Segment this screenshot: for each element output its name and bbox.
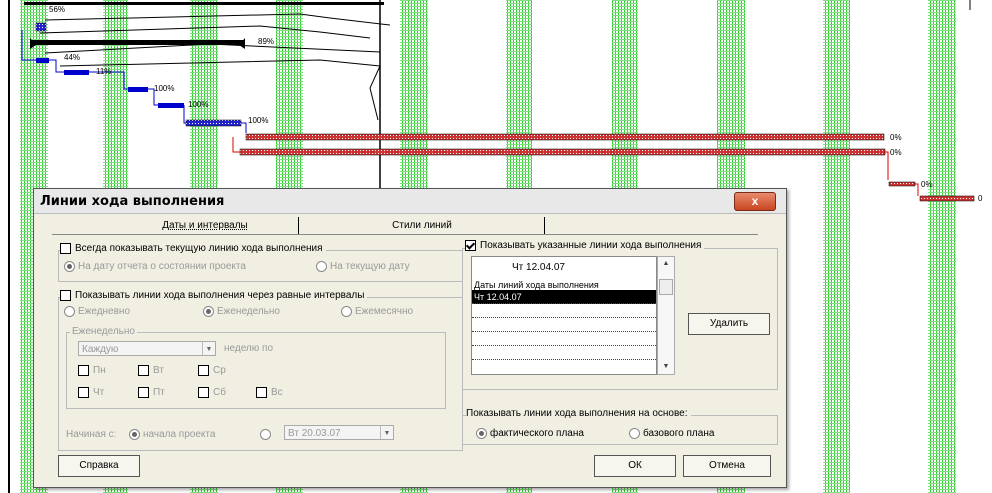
chevron-down-icon: ▼ (202, 342, 215, 355)
list-item[interactable] (472, 318, 656, 332)
every-select[interactable]: Каждую ▼ (78, 341, 216, 356)
radio-icon (260, 429, 271, 440)
week-on-label: неделю по (224, 343, 274, 354)
tab-divider (52, 234, 758, 235)
scroll-down-icon[interactable]: ▼ (658, 360, 674, 374)
cancel-button[interactable]: Отмена (683, 455, 771, 477)
scroll-up-icon[interactable]: ▲ (658, 257, 674, 271)
day-saturday[interactable]: Сб (198, 387, 226, 398)
day-sunday[interactable]: Вс (256, 387, 283, 398)
label-8: 0% (890, 133, 902, 142)
label-7: 100% (248, 116, 268, 125)
radio-icon (629, 428, 640, 439)
radio-baseline-plan[interactable]: базового плана (629, 428, 714, 439)
gantt-links (21, 30, 919, 196)
dialog-title: Линии хода выполнения (40, 194, 225, 209)
based-on-label: Показывать линии хода выполнения на осно… (466, 408, 691, 419)
radio-daily[interactable]: Ежедневно (64, 306, 130, 317)
list-item[interactable] (472, 360, 656, 374)
checkbox-icon (78, 387, 89, 398)
listbox-scrollbar[interactable]: ▲ ▼ (657, 256, 675, 375)
label-10: 0% (921, 180, 933, 189)
day-friday[interactable]: Пт (138, 387, 165, 398)
show-selected-checkbox[interactable]: Показывать указанные линии хода выполнен… (465, 240, 705, 252)
close-icon: x (751, 194, 759, 208)
radio-icon (129, 429, 140, 440)
radio-icon (203, 306, 214, 317)
radio-status-date[interactable]: На дату отчета о состоянии проекта (64, 261, 246, 272)
start-date-select[interactable]: Вт 20.03.07 ▼ (284, 425, 394, 440)
delete-button[interactable]: Удалить (688, 313, 770, 335)
radio-icon (64, 306, 75, 317)
chevron-down-icon: ▼ (380, 426, 393, 439)
date-input[interactable]: Чт 12.04.07 (472, 261, 656, 275)
close-button[interactable]: x (734, 192, 776, 211)
label-4: 11% (96, 67, 111, 76)
radio-icon (64, 261, 75, 272)
list-item[interactable] (472, 304, 656, 318)
checkbox-icon (138, 387, 149, 398)
radio-icon (476, 428, 487, 439)
radio-monthly[interactable]: Ежемесячно (341, 306, 413, 317)
label-1: 56% (49, 5, 65, 14)
day-wednesday[interactable]: Ср (198, 365, 226, 376)
day-monday[interactable]: Пн (78, 365, 106, 376)
radio-weekly[interactable]: Еженедельно (203, 306, 280, 317)
always-show-checkbox[interactable]: Всегда показывать текущую линию хода вып… (60, 243, 326, 255)
help-button[interactable]: Справка (58, 455, 140, 477)
weekly-group-label: Еженедельно (70, 326, 137, 337)
radio-current-date[interactable]: На текущую дату (316, 261, 410, 272)
radio-icon (341, 306, 352, 317)
tab-line-styles[interactable]: Стили линий (300, 217, 545, 234)
checkbox-icon (60, 290, 71, 301)
radio-project-start[interactable]: начала проекта (129, 429, 215, 440)
checkbox-icon (256, 387, 267, 398)
start-label: Начиная с: (66, 429, 117, 440)
checkbox-icon (465, 240, 476, 251)
list-item[interactable] (472, 346, 656, 360)
day-tuesday[interactable]: Вт (138, 365, 164, 376)
list-item[interactable] (472, 332, 656, 346)
label-2: 89% (258, 37, 274, 46)
radio-start-date[interactable] (260, 429, 274, 440)
label-3: 44% (64, 53, 80, 62)
tab-dates-intervals[interactable]: Даты и интервалы (112, 217, 299, 234)
checkbox-icon (138, 365, 149, 376)
checkbox-icon (198, 365, 209, 376)
checkbox-icon (60, 243, 71, 254)
day-thursday[interactable]: Чт (78, 387, 104, 398)
ok-button[interactable]: ОК (594, 455, 676, 477)
checkbox-icon (78, 365, 89, 376)
scroll-thumb[interactable] (659, 279, 673, 295)
show-intervals-checkbox[interactable]: Показывать линии хода выполнения через р… (60, 290, 368, 302)
radio-actual-plan[interactable]: фактического плана (476, 428, 584, 439)
dialog-titlebar[interactable]: Линии хода выполнения x (34, 189, 786, 214)
checkbox-icon (198, 387, 209, 398)
radio-icon (316, 261, 327, 272)
label-9: 0% (890, 148, 902, 157)
label-11: 0 (978, 194, 983, 203)
label-5: 100% (154, 84, 174, 93)
label-6: 100% (188, 100, 208, 109)
dates-listbox[interactable]: Чт 12.04.07 Даты линий хода выполнения Ч… (471, 256, 657, 375)
list-item[interactable]: Чт 12.04.07 (472, 290, 656, 304)
